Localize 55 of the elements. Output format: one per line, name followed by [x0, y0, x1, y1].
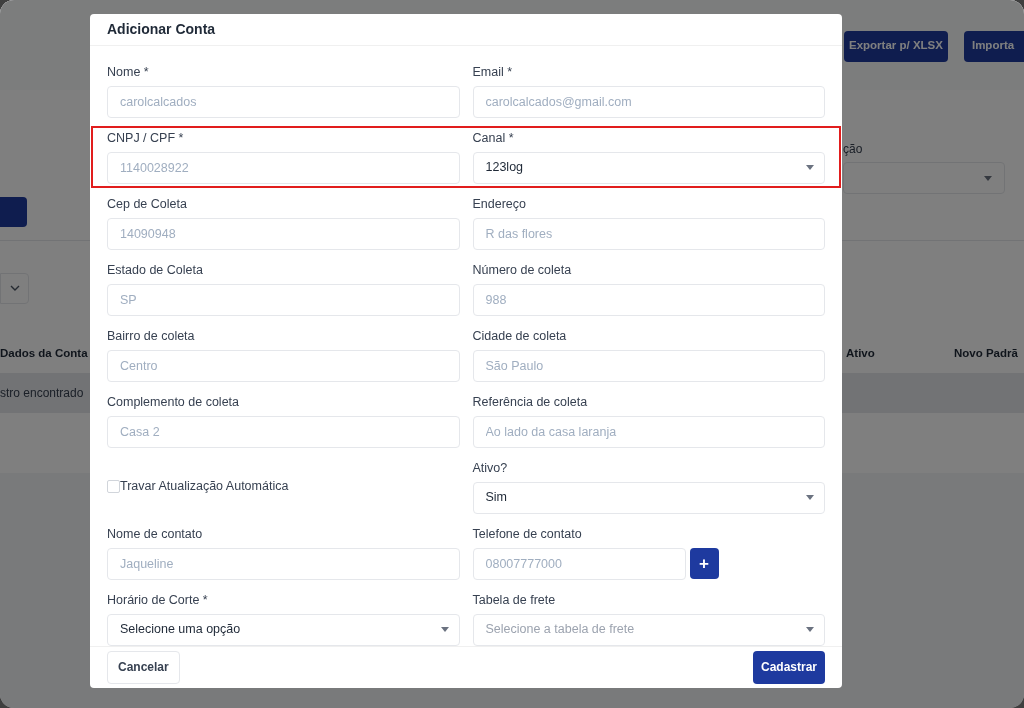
- input-field[interactable]: Casa 2: [107, 415, 460, 448]
- field-label: Endereço: [472, 195, 527, 212]
- input-field[interactable]: Centro: [107, 349, 460, 382]
- checkbox-label: Travar Atualização Automática: [120, 477, 289, 495]
- caret-icon: [440, 627, 449, 632]
- column-header: Novo Padrã: [954, 346, 1018, 362]
- field-label: Nome de contato: [107, 525, 204, 542]
- input-field[interactable]: 988: [472, 283, 825, 316]
- import-button[interactable]: Importa: [963, 30, 1024, 62]
- input-field[interactable]: 08007777000: [472, 547, 686, 580]
- column-header: Dados da Conta: [0, 346, 89, 362]
- empty-table-message: stro encontrado: [0, 385, 84, 402]
- caret-icon: [806, 627, 814, 632]
- chevron-down-icon: [9, 285, 20, 291]
- submit-button[interactable]: Cadastrar: [752, 650, 825, 684]
- filter-select[interactable]: [843, 162, 1005, 194]
- input-field[interactable]: Ao lado da casa laranja: [472, 415, 825, 448]
- filter-label: ção: [843, 141, 864, 158]
- input-field[interactable]: carolcalcados@gmail.com: [472, 85, 825, 118]
- field-label: Email *: [472, 63, 514, 80]
- export-button[interactable]: Exportar p/ XLSX: [844, 30, 948, 62]
- field-label: Cep de Coleta: [107, 195, 188, 212]
- select-field[interactable]: Selecione uma opção: [107, 613, 460, 646]
- field-label: Bairro de coleta: [107, 327, 196, 344]
- field-label: Cidade de coleta: [472, 327, 568, 344]
- input-field[interactable]: Jaqueline: [107, 547, 460, 580]
- input-field[interactable]: São Paulo: [472, 349, 825, 382]
- page-size-select[interactable]: [0, 272, 29, 304]
- select-field[interactable]: 123log: [472, 151, 825, 184]
- input-field[interactable]: 14090948: [107, 217, 460, 250]
- checkbox[interactable]: [107, 479, 120, 493]
- input-field[interactable]: R das flores: [472, 217, 825, 250]
- field-label: Canal *: [472, 129, 515, 146]
- field-label: Complemento de coleta: [107, 393, 241, 410]
- field-label: Referência de coleta: [472, 393, 589, 410]
- cancel-button[interactable]: Cancelar: [107, 650, 180, 684]
- input-field[interactable]: SP: [107, 283, 460, 316]
- field-label: Nome *: [107, 63, 150, 80]
- field-label: Tabela de frete: [472, 591, 557, 608]
- dialog-title: Adicionar Conta: [107, 19, 216, 39]
- field-label: Estado de Coleta: [107, 261, 204, 278]
- column-header: Ativo: [846, 346, 876, 362]
- field-label: CNPJ / CPF *: [107, 129, 185, 146]
- caret-icon: [984, 175, 992, 181]
- search-button[interactable]: [0, 197, 27, 227]
- field-label: Número de coleta: [472, 261, 573, 278]
- caret-icon: [806, 165, 814, 170]
- input-field[interactable]: carolcalcados: [107, 85, 460, 118]
- field-label: Telefone de contato: [472, 525, 583, 542]
- field-label: Ativo?: [472, 459, 509, 476]
- input-field[interactable]: 1140028922: [107, 151, 460, 184]
- caret-icon: [806, 495, 814, 500]
- add-button[interactable]: +: [689, 548, 719, 579]
- select-field[interactable]: Sim: [472, 481, 825, 514]
- field-label: Horário de Corte *: [107, 591, 209, 608]
